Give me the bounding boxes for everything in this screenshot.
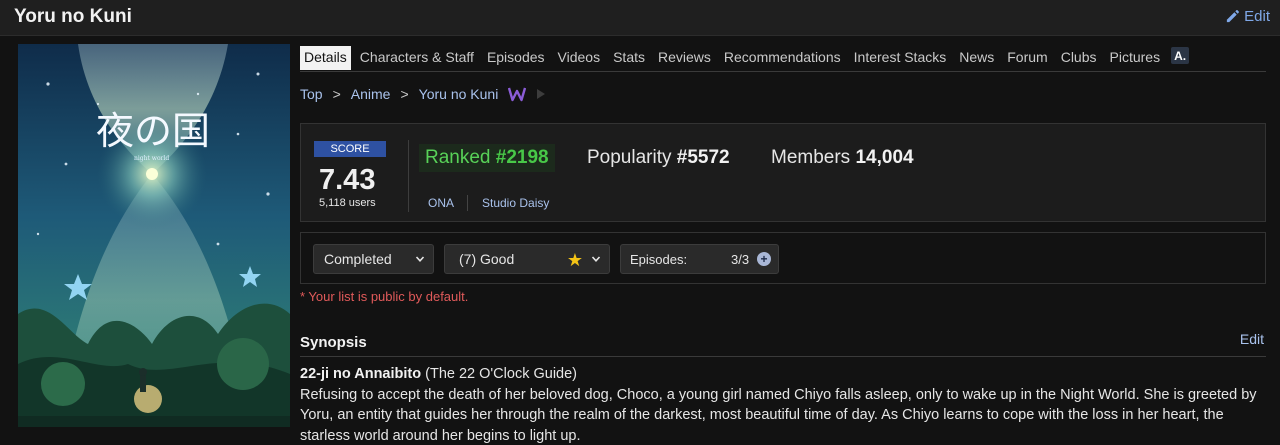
breadcrumb-anime[interactable]: Anime xyxy=(351,86,391,102)
synopsis-title-romaji: 22-ji no Annaibito xyxy=(300,366,422,382)
rating-select-value: (7) Good xyxy=(459,251,515,267)
members-stat: Members 14,004 xyxy=(771,147,914,169)
info-divider xyxy=(467,195,468,211)
type-link[interactable]: ONA xyxy=(428,196,454,210)
edit-button-label: Edit xyxy=(1244,8,1270,25)
synopsis-divider xyxy=(300,356,1266,357)
anilist-icon[interactable]: A. xyxy=(1171,47,1190,64)
members-value: 14,004 xyxy=(855,147,914,168)
anime-poster[interactable]: 夜の国 night world xyxy=(18,44,290,427)
public-list-note: * Your list is public by default. xyxy=(300,289,469,304)
popularity-label: Popularity xyxy=(587,147,672,168)
star-icon: ★ xyxy=(566,250,583,270)
tab-pictures[interactable]: Pictures xyxy=(1106,45,1165,71)
score-users: 5,118 users xyxy=(319,197,376,209)
w-logo-icon[interactable] xyxy=(508,86,527,102)
rating-select[interactable]: (7) Good ★ xyxy=(444,244,610,274)
tab-forum[interactable]: Forum xyxy=(1003,45,1051,71)
poster-subtitle: night world xyxy=(134,155,169,162)
chevron-down-icon xyxy=(415,256,425,262)
tab-reviews[interactable]: Reviews xyxy=(654,45,715,71)
popularity-stat: Popularity #5572 xyxy=(587,147,730,169)
episodes-field[interactable]: Episodes: 3/3 + xyxy=(620,244,779,274)
chevron-down-icon xyxy=(591,256,601,262)
tab-news[interactable]: News xyxy=(955,45,998,71)
popularity-value: #5572 xyxy=(676,147,730,168)
play-icon[interactable] xyxy=(536,88,546,100)
plus-icon[interactable]: + xyxy=(757,252,771,266)
breadcrumb-current[interactable]: Yoru no Kuni xyxy=(419,86,499,102)
synopsis-heading: Synopsis xyxy=(300,334,367,351)
title-bar: Yoru no Kuni Edit xyxy=(0,0,1280,36)
tab-videos[interactable]: Videos xyxy=(554,45,605,71)
tab-stats[interactable]: Stats xyxy=(609,45,649,71)
ranked-stat: Ranked #2198 xyxy=(419,144,555,172)
tab-clubs[interactable]: Clubs xyxy=(1057,45,1101,71)
breadcrumb-top[interactable]: Top xyxy=(300,86,323,102)
status-select-value: Completed xyxy=(324,251,392,267)
list-update-panel: Completed (7) Good ★ Episodes: 3/3 + xyxy=(300,232,1266,284)
studio-link[interactable]: Studio Daisy xyxy=(482,196,549,210)
breadcrumb-separator: > xyxy=(332,86,341,102)
status-select[interactable]: Completed xyxy=(313,244,434,274)
episodes-label: Episodes: xyxy=(630,251,688,267)
poster-title-jp: 夜の国 xyxy=(96,109,210,153)
synopsis-body: 22-ji no Annaibito (The 22 O'Clock Guide… xyxy=(300,364,1266,445)
tab-characters-staff[interactable]: Characters & Staff xyxy=(356,45,478,71)
page-title: Yoru no Kuni xyxy=(14,6,132,27)
synopsis-text: Refusing to accept the death of her belo… xyxy=(300,386,1257,444)
tab-recommendations[interactable]: Recommendations xyxy=(720,45,845,71)
edit-button[interactable]: Edit xyxy=(1225,8,1270,25)
tab-interest-stacks[interactable]: Interest Stacks xyxy=(850,45,951,71)
score-divider xyxy=(408,140,409,212)
synopsis-title-en: (The 22 O'Clock Guide) xyxy=(425,366,577,382)
ranked-value: #2198 xyxy=(495,147,549,168)
score-value: 7.43 xyxy=(319,164,376,196)
breadcrumb-separator: > xyxy=(400,86,409,102)
synopsis-edit-button[interactable]: Edit xyxy=(1240,331,1264,347)
tab-episodes[interactable]: Episodes xyxy=(483,45,549,71)
ranked-label: Ranked xyxy=(425,147,491,168)
members-label: Members xyxy=(771,147,851,168)
tab-details[interactable]: Details xyxy=(300,46,351,70)
pencil-icon xyxy=(1227,10,1240,23)
episodes-count[interactable]: 3/3 xyxy=(731,252,749,267)
tab-bar: Details Characters & Staff Episodes Vide… xyxy=(300,44,1266,72)
score-label: SCORE xyxy=(314,141,386,157)
score-panel: SCORE 7.43 5,118 users Ranked #2198 Popu… xyxy=(300,123,1266,222)
breadcrumb: Top > Anime > Yoru no Kuni xyxy=(300,86,546,102)
